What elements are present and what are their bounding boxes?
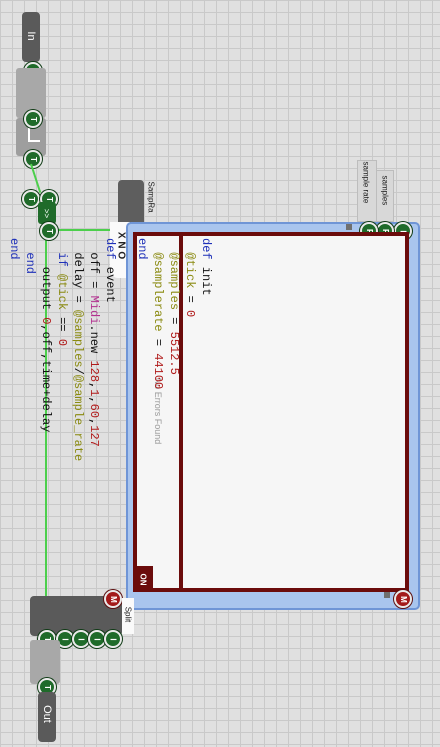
code-line-2: @tick = 0 [183,252,197,318]
code-line-9: delay = @samples/@sample_rate [71,238,85,462]
merge-node[interactable]: >> [38,202,56,224]
code-line-7: def event [103,238,117,303]
step-icon [28,128,40,142]
resize-handle-top[interactable] [346,224,352,230]
code-line-12: end [23,252,37,275]
samplerate-label: SampRa [146,181,156,213]
code-line-5: end [135,238,149,260]
in-node-label: In [25,31,37,41]
step-input-port[interactable]: T [24,110,42,128]
out-node-label: Out [41,705,53,723]
wire-step-to-merge [30,163,42,193]
split-input-midi[interactable]: M [104,590,122,608]
code-line-10: if @tick == 0 [55,252,69,347]
merge-arrow-icon: >> [42,208,52,218]
code-line-11: output 0,off,time+delay [39,238,53,433]
code-line-3: @samples = 5512.5 [167,252,181,375]
step-output-port[interactable]: T [24,150,42,168]
resize-handle-bottom[interactable] [384,592,390,598]
code-line-1: def init [199,238,213,296]
split-label: Split [123,606,133,623]
code-line-8: off = Midi.new 128,1,60,127 [87,238,101,447]
sample-rate-tab-label: sample rate [361,161,371,204]
code-line-4: @samplerate = 44100 [151,252,165,390]
ruby-output-midi[interactable]: M [394,590,412,608]
samples-tab-label: samples [380,175,390,206]
split-output-int-4[interactable]: I [104,630,122,648]
ruby-code-text[interactable]: def init @tick = 0 @samples = 5512.5 @sa… [7,238,214,598]
code-line-13: end [7,238,21,260]
